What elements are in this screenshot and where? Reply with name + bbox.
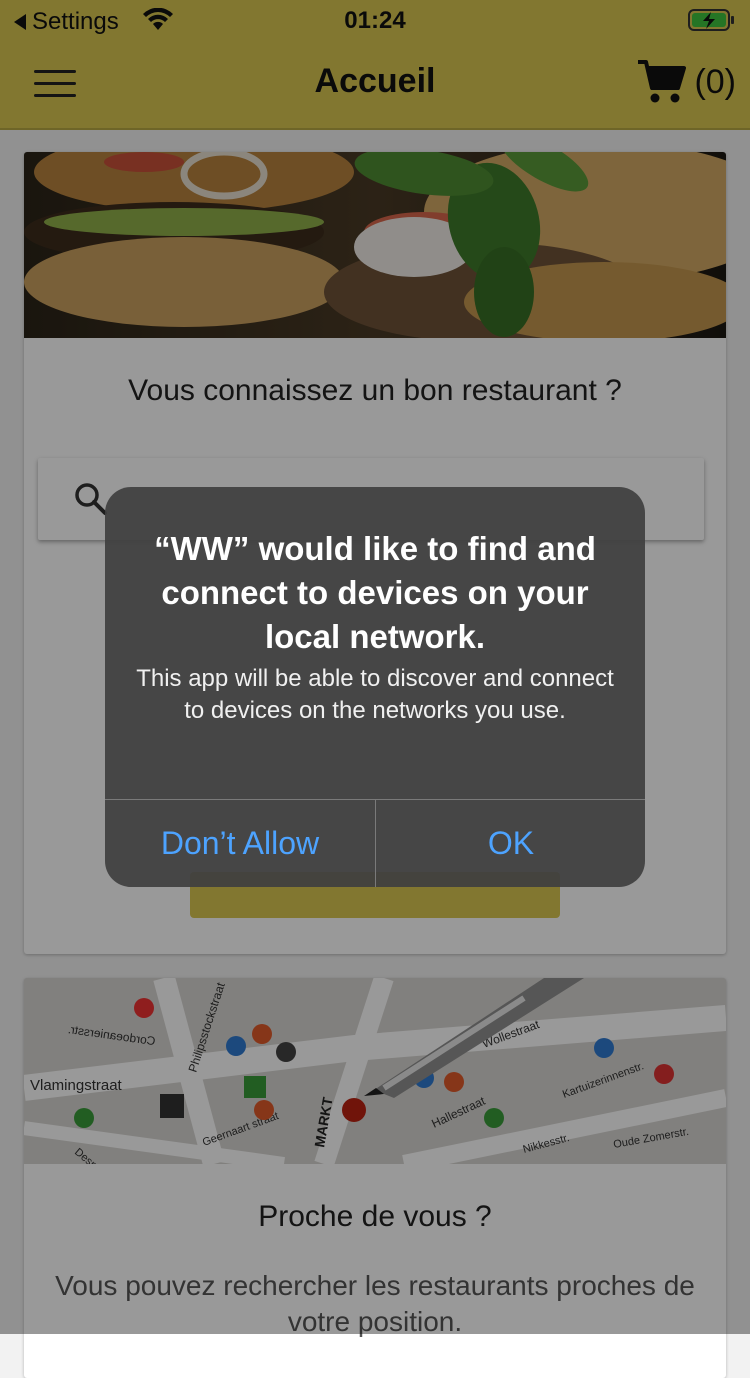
alert-message: This app will be able to discover and co… bbox=[136, 665, 614, 724]
ok-button[interactable]: OK bbox=[376, 800, 645, 887]
alert-title: “WW” would like to find and connect to d… bbox=[154, 530, 596, 655]
local-network-permission-alert: “WW” would like to find and connect to d… bbox=[105, 487, 645, 887]
dont-allow-button[interactable]: Don’t Allow bbox=[105, 800, 375, 887]
